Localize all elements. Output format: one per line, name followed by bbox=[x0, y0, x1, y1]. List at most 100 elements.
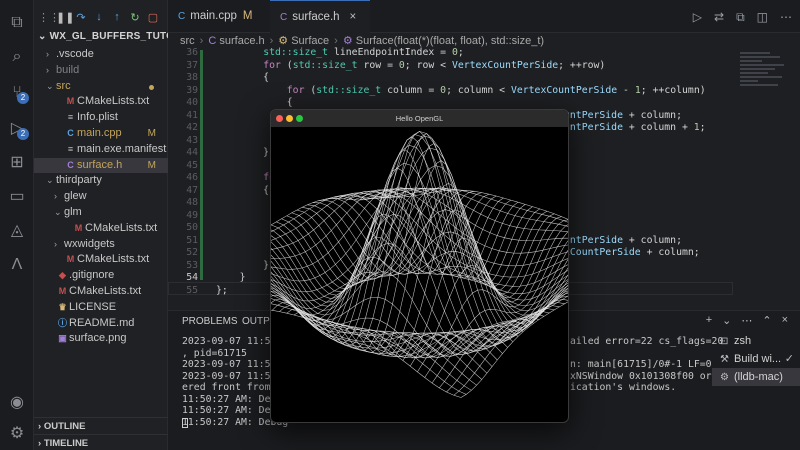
tree-file[interactable]: ⓘ README.md bbox=[34, 316, 168, 332]
explorer-icon[interactable]: ⧉ bbox=[8, 14, 26, 32]
timeline-section[interactable]: › TIMELINE bbox=[34, 434, 168, 450]
tree-item-label: surface.png bbox=[69, 332, 127, 345]
tree-file[interactable]: ♛ LICENSE bbox=[34, 300, 168, 316]
tree-file[interactable]: M CMakeLists.txt bbox=[34, 221, 168, 237]
tab-label: surface.h bbox=[292, 11, 340, 23]
tab-label: main.cpp bbox=[190, 10, 237, 22]
extensions-icon[interactable]: ⊞ bbox=[8, 154, 26, 172]
add-terminal-icon[interactable]: + bbox=[706, 314, 712, 327]
tree-file[interactable]: M CMakeLists.txt bbox=[34, 284, 168, 300]
more-actions-icon[interactable]: ⋯ bbox=[780, 10, 792, 25]
zoom-window-button[interactable] bbox=[296, 115, 303, 122]
tree-item-label: CMakeLists.txt bbox=[85, 221, 158, 234]
outline-label: OUTLINE bbox=[43, 421, 86, 432]
terminal-line: xNSWindow 0x101308f00 ord bbox=[570, 370, 718, 382]
tree-file[interactable]: Cmain.cpp M bbox=[34, 126, 168, 142]
close-window-button[interactable] bbox=[276, 115, 283, 122]
wireframe-line-col bbox=[271, 144, 555, 345]
check-icon: ✓ bbox=[784, 353, 794, 365]
compare-icon[interactable]: ⇄ bbox=[714, 10, 724, 25]
file-type-icon: C bbox=[67, 127, 74, 138]
chevron-down-icon: ⌄ bbox=[38, 31, 50, 42]
header-file-icon: C bbox=[280, 12, 288, 23]
file-type-icon: ♛ bbox=[58, 301, 67, 312]
run-icon[interactable]: ▷ bbox=[693, 10, 702, 25]
split-editor-icon[interactable]: ◫ bbox=[757, 10, 768, 25]
tree-folder[interactable]: › wxwidgets bbox=[34, 237, 168, 253]
wireframe-line-col bbox=[312, 202, 568, 316]
file-type-icon: ≡ bbox=[67, 112, 74, 123]
line-text: }; bbox=[216, 284, 228, 296]
azure-icon[interactable]: ◬ bbox=[8, 222, 26, 240]
wireframe-line-row bbox=[453, 295, 568, 396]
step-out-icon[interactable]: ↑ bbox=[110, 11, 124, 23]
account-icon[interactable]: ◉ bbox=[8, 394, 26, 412]
tree-file[interactable]: M CMakeLists.txt bbox=[34, 94, 168, 110]
chevron-down-icon[interactable]: ⌄ bbox=[722, 314, 731, 327]
tree-file[interactable]: ▣ surface.png bbox=[34, 331, 168, 347]
stop-icon[interactable]: ▢ bbox=[146, 11, 160, 24]
window-title: Hello OpenGL bbox=[395, 114, 444, 123]
tree-file[interactable]: ◆ .gitignore bbox=[34, 268, 168, 284]
tree-file[interactable]: Csurface.h M bbox=[34, 157, 168, 174]
tree-item-label: CMakeLists.txt bbox=[77, 95, 150, 108]
open-changes-icon[interactable]: ⧉ bbox=[736, 10, 745, 25]
step-over-icon[interactable]: ↷ bbox=[74, 11, 88, 24]
tree-file[interactable]: ≡ main.exe.manifest bbox=[34, 142, 168, 158]
terminal-icon: ⚒ bbox=[720, 354, 729, 365]
settings-gear-icon[interactable]: ⚙ bbox=[8, 425, 26, 443]
wireframe-surface-render[interactable] bbox=[271, 127, 569, 423]
line-text: { bbox=[216, 184, 270, 196]
file-type-icon: ▣ bbox=[58, 333, 67, 344]
source-control-badge: 2 bbox=[17, 92, 29, 104]
wireframe-line-row bbox=[438, 288, 568, 389]
opengl-window[interactable]: Hello OpenGL bbox=[270, 109, 569, 423]
tab-problems[interactable]: PROBLEMS bbox=[182, 316, 238, 327]
tree-item-label: README.md bbox=[69, 316, 135, 329]
tab-surface-h[interactable]: Csurface.h × bbox=[270, 0, 370, 33]
terminal-instance[interactable]: ⚙ (lldb-mac) bbox=[712, 368, 800, 386]
azure-icon[interactable]: Ʌ bbox=[8, 256, 26, 274]
terminal-instance[interactable]: ⚒ Build wi... ✓ bbox=[712, 350, 800, 368]
drag-handle-icon[interactable]: ⋮⋮ bbox=[38, 11, 60, 24]
tab-main-cpp[interactable]: Cmain.cpp M bbox=[168, 0, 270, 33]
minimap[interactable] bbox=[740, 50, 790, 110]
line-number: 55 bbox=[186, 284, 198, 296]
tree-folder[interactable]: › .vscode bbox=[34, 47, 168, 63]
maximize-panel-icon[interactable]: ⌃ bbox=[762, 314, 771, 327]
restart-icon[interactable]: ↻ bbox=[128, 11, 142, 24]
line-text: for (std::size_t row = 0; row < VertexCo… bbox=[263, 59, 606, 71]
search-icon[interactable]: ⌕ bbox=[8, 48, 26, 66]
pause-icon[interactable]: ❚❚ bbox=[56, 11, 74, 24]
terminal-output-right: ailed error=22 cs_flags=20 n: main[61715]… bbox=[570, 336, 723, 428]
minimize-window-button[interactable] bbox=[286, 115, 293, 122]
tree-folder[interactable]: ⌄ src bbox=[34, 79, 168, 95]
close-icon[interactable]: × bbox=[350, 11, 357, 23]
git-gutter-added bbox=[200, 50, 203, 280]
timeline-label: TIMELINE bbox=[43, 438, 89, 449]
tree-item-label: LICENSE bbox=[69, 300, 117, 313]
tree-folder[interactable]: ⌄ thirdparty bbox=[34, 173, 168, 189]
editor-actions: ▷ ⇄ ⧉ ◫ ⋯ bbox=[693, 10, 792, 25]
tree-file[interactable]: M CMakeLists.txt bbox=[34, 252, 168, 268]
terminal-icon: ⚙ bbox=[720, 372, 729, 383]
file-type-icon: M bbox=[66, 254, 75, 265]
more-icon[interactable]: ⋯ bbox=[741, 314, 752, 327]
tree-folder[interactable]: › build bbox=[34, 63, 168, 79]
run-debug-badge: 2 bbox=[17, 128, 29, 140]
chevron-right-icon: › bbox=[54, 191, 57, 202]
tree-folder[interactable]: ⌄ glm bbox=[34, 205, 168, 221]
tree-file[interactable]: ≡ Info.plist bbox=[34, 110, 168, 126]
tree-folder[interactable]: › glew bbox=[34, 189, 168, 205]
remote-explorer-icon[interactable]: ▭ bbox=[8, 188, 26, 206]
tree-item-label: wxwidgets bbox=[64, 237, 115, 250]
close-icon[interactable]: × bbox=[782, 314, 788, 327]
terminal-instance-label: zsh bbox=[734, 335, 752, 347]
window-titlebar[interactable]: Hello OpenGL bbox=[271, 110, 568, 127]
tree-item-label: CMakeLists.txt bbox=[69, 284, 142, 297]
terminal-instance[interactable]: ⊡ zsh bbox=[712, 332, 800, 350]
outline-section[interactable]: › OUTLINE bbox=[34, 417, 168, 434]
step-into-icon[interactable]: ↓ bbox=[92, 11, 106, 23]
